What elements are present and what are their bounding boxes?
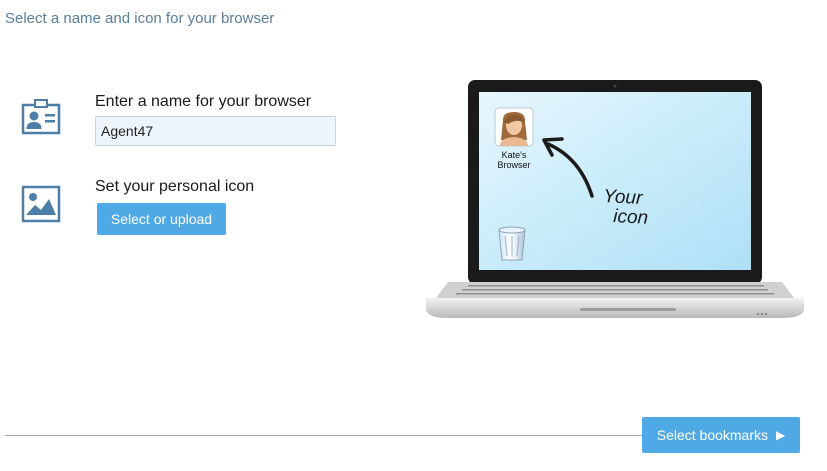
- footer-divider: [5, 435, 643, 436]
- handwriting-line2: icon: [613, 206, 649, 229]
- page-title: Select a name and icon for your browser: [5, 10, 275, 27]
- browser-name-input[interactable]: [95, 116, 336, 146]
- picture-icon: [20, 183, 62, 225]
- recycle-bin-icon: [498, 226, 526, 261]
- select-bookmarks-label: Select bookmarks: [656, 427, 769, 443]
- name-label: Enter a name for your browser: [95, 93, 312, 110]
- select-upload-button[interactable]: Select or upload: [97, 203, 226, 235]
- profile-photo-icon: [494, 107, 534, 147]
- play-arrow-icon: ▶: [776, 428, 786, 442]
- laptop-preview: Kate's Browser Your icon: [412, 78, 804, 328]
- profile-label-line2: Browser: [497, 160, 530, 170]
- id-card-icon: [20, 97, 62, 139]
- profile-label-line1: Kate's: [502, 150, 527, 160]
- icon-label: Set your personal icon: [95, 178, 255, 195]
- select-bookmarks-button[interactable]: Select bookmarks ▶: [642, 417, 800, 453]
